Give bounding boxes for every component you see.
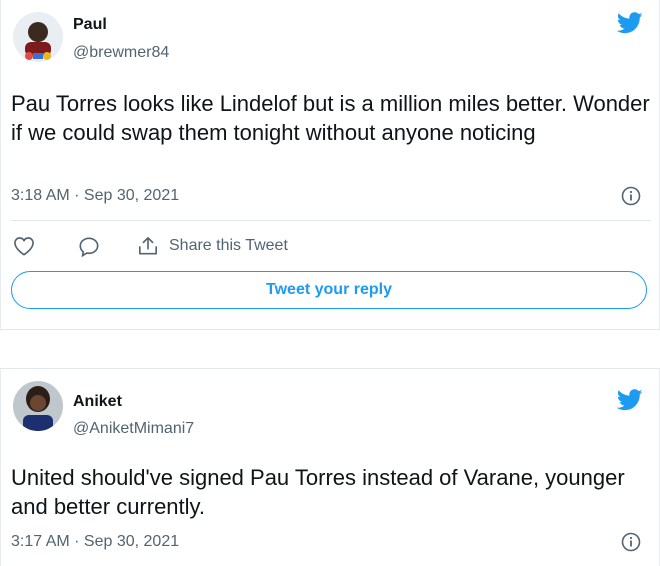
info-icon[interactable] [621, 532, 641, 552]
avatar-aniket[interactable] [13, 381, 63, 431]
like-action[interactable] [13, 236, 35, 256]
tweet-card-aniket: Aniket @AniketMimani7 United should've s… [0, 368, 660, 566]
share-action[interactable]: Share this Tweet [137, 236, 288, 256]
tweet-timestamp[interactable]: 3:17 AM · Sep 30, 2021 [11, 533, 179, 551]
twitter-bird-icon[interactable] [617, 12, 643, 34]
tweet-text: United should've signed Pau Torres inste… [11, 465, 625, 519]
author-name[interactable]: Aniket [73, 393, 122, 411]
tweet-text: Pau Torres looks like Lindelof but is a … [11, 91, 650, 145]
tweet-reply-button[interactable]: Tweet your reply [11, 271, 647, 309]
tweet-card-paul: Paul @brewmer84 Pau Torres looks like Li… [0, 0, 660, 330]
avatar-paul[interactable] [13, 12, 63, 62]
tweet-timestamp[interactable]: 3:18 AM · Sep 30, 2021 [11, 187, 179, 205]
share-icon[interactable] [137, 236, 159, 256]
author-name[interactable]: Paul [73, 16, 107, 34]
heart-icon[interactable] [13, 236, 35, 256]
twitter-bird-icon[interactable] [617, 389, 643, 411]
divider [11, 220, 651, 221]
comment-action[interactable] [78, 236, 100, 257]
comment-icon[interactable] [78, 236, 100, 257]
info-icon[interactable] [621, 186, 641, 206]
author-handle[interactable]: @AniketMimani7 [73, 420, 194, 438]
author-handle[interactable]: @brewmer84 [73, 44, 169, 62]
share-label[interactable]: Share this Tweet [169, 237, 288, 255]
